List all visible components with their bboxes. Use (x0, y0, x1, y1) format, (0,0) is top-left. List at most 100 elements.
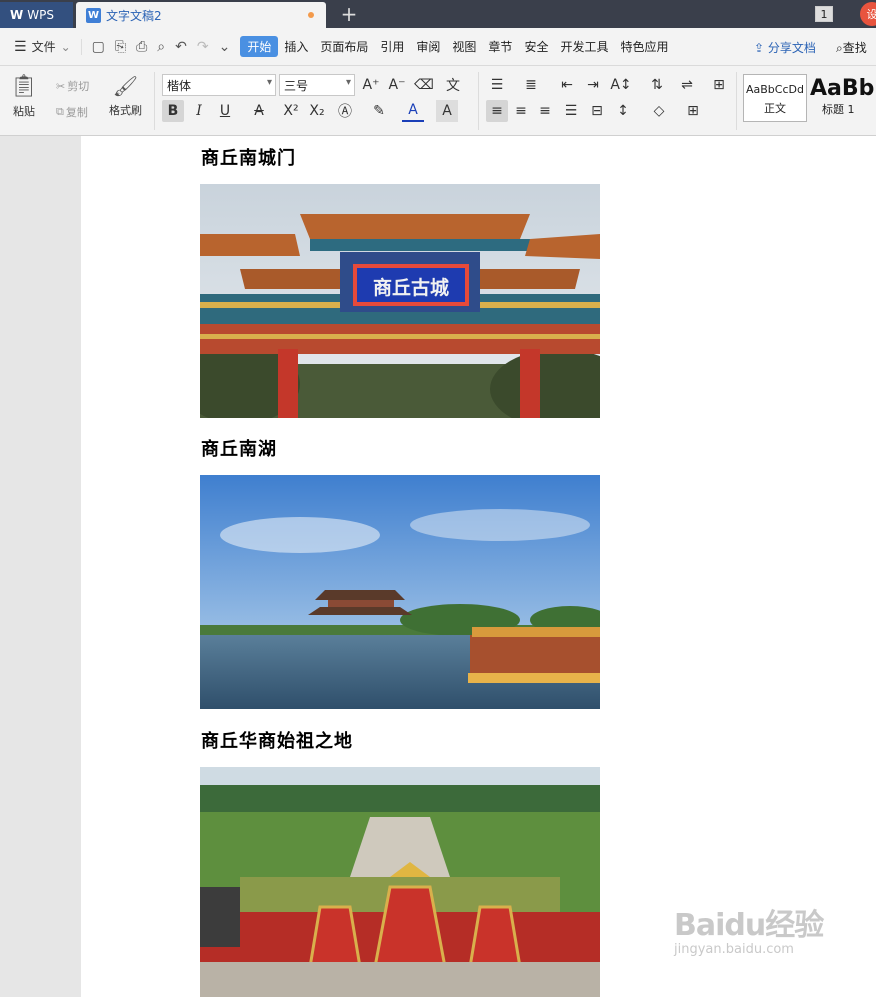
shrink-font-icon[interactable]: A⁻ (386, 74, 408, 96)
writer-doc-icon: W (86, 7, 101, 23)
copy-label: 复制 (65, 106, 88, 119)
font-name-select[interactable]: 楷体 (162, 74, 276, 96)
print-preview-icon[interactable]: ⌕ (157, 39, 165, 55)
copy-icon: ⧉ (56, 105, 64, 118)
line-spacing-icon[interactable]: ↕ (612, 100, 634, 122)
window-count-badge[interactable]: 1 (815, 6, 833, 22)
paragraph-shading-icon[interactable]: ◇ (648, 100, 670, 122)
cut-button[interactable]: ✂ 剪切 (56, 78, 89, 94)
tab-review[interactable]: 审阅 (410, 38, 446, 55)
divider (154, 72, 155, 130)
hamburger-icon: ☰ (14, 38, 27, 55)
undo-icon[interactable]: ↶ (175, 39, 187, 55)
format-painter-icon: 🖌︎ (112, 74, 139, 98)
watermark-brand: Baidu经验 (674, 908, 824, 943)
table-grid-icon[interactable]: ⊞ (708, 74, 730, 96)
phonetic-guide-icon[interactable]: 文 (442, 74, 464, 96)
share-label: 分享文档 (767, 41, 816, 55)
char-shading-icon[interactable]: A (436, 100, 458, 122)
tab-home[interactable]: 开始 (240, 36, 279, 57)
redo-icon[interactable]: ↷ (197, 39, 209, 55)
memorial-photo[interactable] (200, 767, 600, 997)
font-size-select[interactable]: 三号 (279, 74, 355, 96)
tab-view[interactable]: 视图 (446, 38, 482, 55)
find-button[interactable]: ⌕查找 (836, 39, 867, 56)
gate-sign-text: 商丘古城 (373, 276, 449, 299)
watermark-url: jingyan.baidu.com (674, 942, 794, 957)
document-area[interactable]: 商丘南城门 商丘古城 商丘南湖 商丘华商始祖之地 (0, 136, 876, 997)
document-tab-label: 文字文稿2 (106, 8, 162, 23)
style-heading-1-preview: AaBb (810, 76, 875, 101)
file-menu[interactable]: ☰ 文件 ⌄ (0, 38, 81, 55)
document-tab[interactable]: W 文字文稿2 (76, 2, 326, 28)
style-heading-1-name: 标题 1 (822, 103, 855, 116)
borders-icon[interactable]: ⊞ (682, 100, 704, 122)
tab-page-layout[interactable]: 页面布局 (314, 38, 374, 55)
login-avatar[interactable]: 设 (860, 2, 876, 26)
save-icon[interactable]: ▢ (92, 39, 105, 55)
menu-bar: ☰ 文件 ⌄ ▢ ⎘ ⎙ ⌕ ↶ ↷ ⌄ 开始 插入 页面布局 引用 审阅 视图… (0, 28, 876, 66)
grow-font-icon[interactable]: A⁺ (360, 74, 382, 96)
show-hide-marks-icon[interactable]: ⇌ (676, 74, 698, 96)
sort-icon[interactable]: ⇅ (646, 74, 668, 96)
archway-photo[interactable]: 商丘古城 (200, 184, 600, 418)
align-right-icon[interactable]: ≡ (534, 100, 556, 122)
chinese-layout-icon[interactable]: A↕ (610, 74, 632, 96)
divider (736, 72, 737, 130)
print-icon[interactable]: ⎙ (136, 39, 147, 55)
new-tab-button[interactable]: + (338, 2, 360, 26)
tab-references[interactable]: 引用 (374, 38, 410, 55)
baidu-jingyan-watermark: Baidu经验 jingyan.baidu.com (674, 900, 824, 957)
increase-indent-icon[interactable]: ⇥ (582, 74, 604, 96)
format-painter-button[interactable]: 🖌︎ 格式刷 (109, 74, 142, 118)
distributed-align-icon[interactable]: ⊟ (586, 100, 608, 122)
decrease-indent-icon[interactable]: ⇤ (556, 74, 578, 96)
style-normal-name: 正文 (764, 102, 786, 115)
tab-security[interactable]: 安全 (518, 38, 554, 55)
bold-icon[interactable]: B (162, 100, 184, 122)
align-left-icon[interactable]: ≡ (486, 100, 508, 122)
section-heading[interactable]: 商丘南湖 (201, 435, 277, 461)
tab-special[interactable]: 特色应用 (614, 38, 674, 55)
bullet-list-icon[interactable]: ☰ (486, 74, 508, 96)
tab-developer[interactable]: 开发工具 (554, 38, 614, 55)
italic-icon[interactable]: I (188, 100, 210, 122)
style-normal-preview: AaBbCcDd (746, 83, 804, 96)
section-heading[interactable]: 商丘南城门 (201, 144, 296, 170)
tab-chapter[interactable]: 章节 (482, 38, 518, 55)
highlight-icon[interactable]: ✎ (368, 100, 390, 122)
justify-icon[interactable]: ☰ (560, 100, 582, 122)
numbered-list-icon[interactable]: ≣ (520, 74, 542, 96)
wps-home-tab[interactable]: W WPS (0, 2, 73, 28)
export-pdf-icon[interactable]: ⎘ (115, 39, 126, 55)
divider (478, 72, 479, 130)
title-bar: W WPS W 文字文稿2 + 1 设 (0, 0, 876, 28)
file-menu-label: 文件 (31, 40, 56, 54)
share-document-button[interactable]: ⇪ 分享文档 (754, 39, 816, 56)
subscript-icon[interactable]: X₂ (306, 100, 328, 122)
tab-insert[interactable]: 插入 (278, 38, 314, 55)
style-normal[interactable]: AaBbCcDd 正文 (743, 74, 807, 122)
search-icon: ⌕ (836, 41, 843, 55)
paste-button[interactable]: 📋︎ 粘贴 (10, 74, 38, 119)
quick-access-toolbar: ▢ ⎘ ⎙ ⌕ ↶ ↷ ⌄ (80, 38, 241, 55)
underline-icon[interactable]: U (214, 100, 236, 122)
customize-chevron-icon[interactable]: ⌄ (219, 39, 231, 55)
section-heading[interactable]: 商丘华商始祖之地 (201, 727, 353, 753)
share-icon: ⇪ (754, 41, 765, 55)
lake-photo[interactable] (200, 475, 600, 709)
clear-format-icon[interactable]: ⌫ (413, 74, 435, 96)
paste-label: 粘贴 (12, 105, 35, 118)
copy-button[interactable]: ⧉ 复制 (56, 104, 88, 120)
scissors-icon: ✂ (56, 79, 66, 93)
text-effect-icon[interactable]: Ⓐ (334, 100, 356, 122)
align-center-icon[interactable]: ≡ (510, 100, 532, 122)
font-color-icon[interactable]: A (402, 100, 424, 122)
strikethrough-icon[interactable]: A (248, 100, 270, 122)
menu-tabs: 开始 插入 页面布局 引用 审阅 视图 章节 安全 开发工具 特色应用 (240, 36, 674, 57)
superscript-icon[interactable]: X² (280, 100, 302, 122)
find-label: 查找 (842, 41, 867, 55)
memorial-illustration (200, 767, 600, 997)
document-page[interactable]: 商丘南城门 商丘古城 商丘南湖 商丘华商始祖之地 (81, 136, 876, 997)
style-heading-1[interactable]: AaBb 标题 1 (810, 74, 876, 122)
